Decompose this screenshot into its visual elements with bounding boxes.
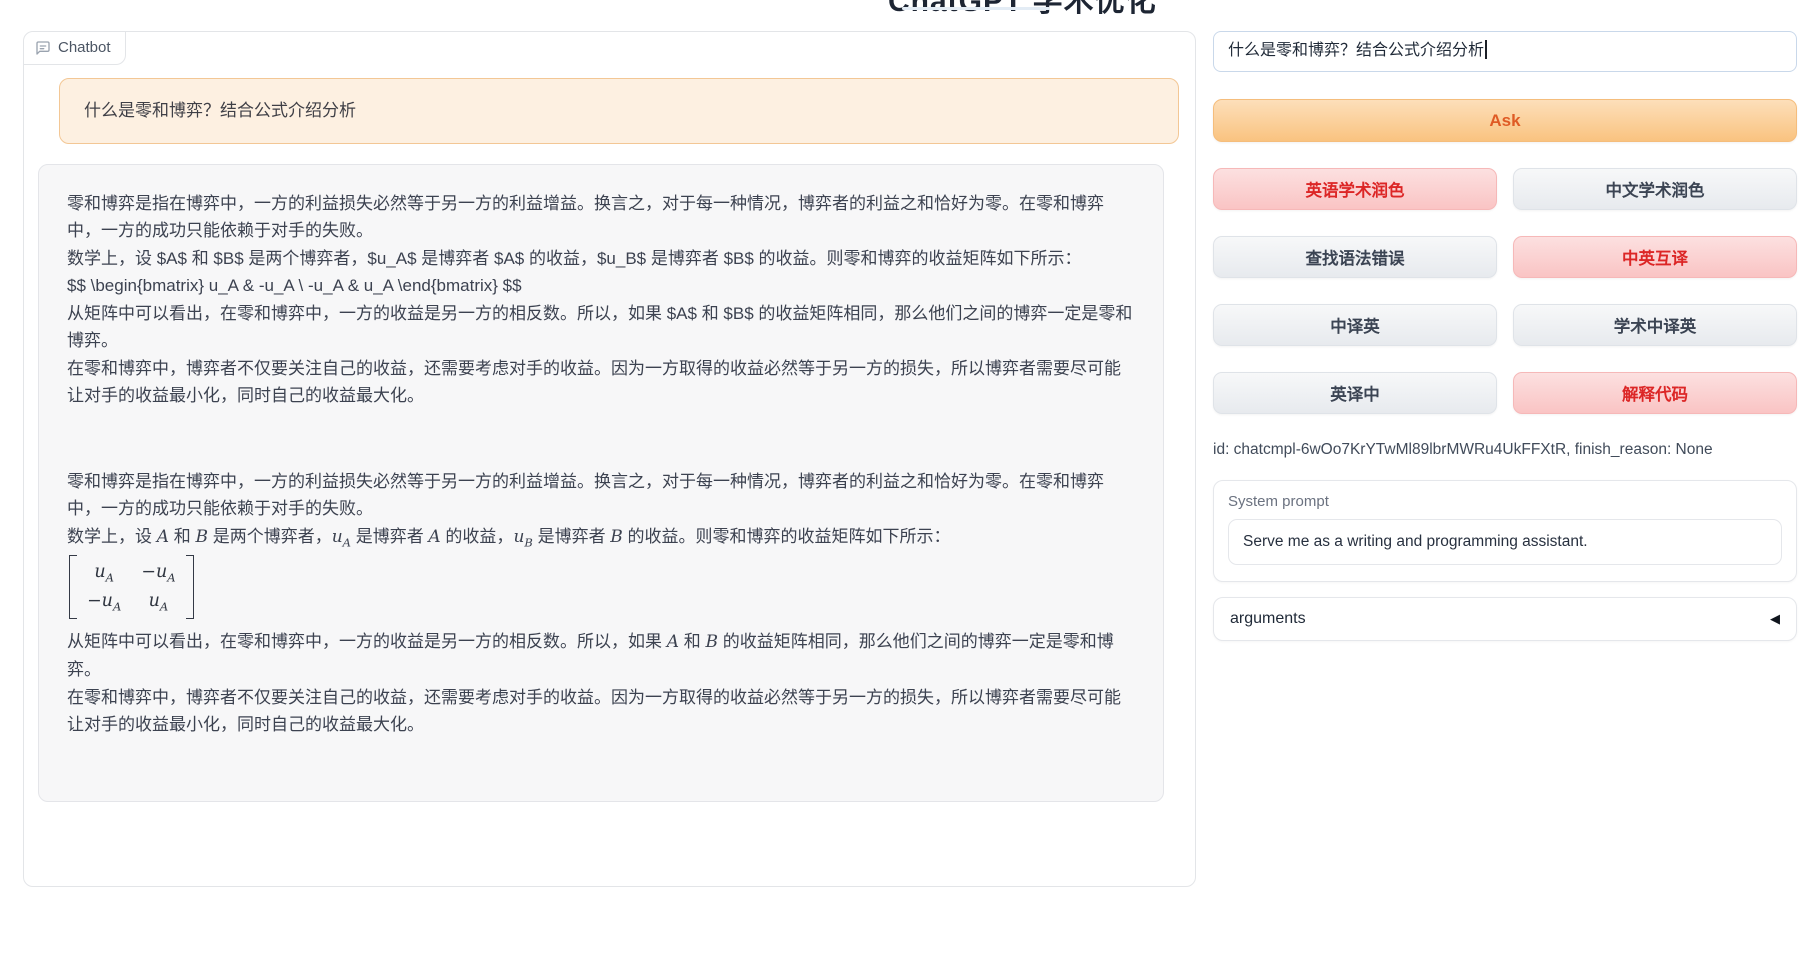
control-column: 什么是零和博弈？结合公式介绍分析 Ask 英语学术润色 中文学术润色 查找语法错… [1213, 31, 1797, 641]
paragraph-spacer [67, 410, 1133, 468]
arguments-accordion-label: arguments [1230, 610, 1306, 628]
btn-find-grammar-errors[interactable]: 查找语法错误 [1213, 236, 1497, 278]
page-title-clipped: ChatGPT 学术优化 [888, 0, 1157, 20]
question-input[interactable]: 什么是零和博弈？结合公式介绍分析 [1213, 31, 1797, 72]
system-prompt-input[interactable]: Serve me as a writing and programming as… [1228, 519, 1782, 565]
btn-en-to-zh[interactable]: 英译中 [1213, 372, 1497, 414]
matrix-cells: uA−uA−uAuA [77, 555, 186, 619]
matrix-bracket-right [186, 555, 194, 619]
btn-chinese-academic-polish[interactable]: 中文学术润色 [1513, 168, 1797, 210]
system-prompt-block: System prompt Serve me as a writing and … [1213, 480, 1797, 582]
arguments-accordion[interactable]: arguments ◀ [1213, 597, 1797, 641]
payoff-matrix: uA−uA−uAuA [69, 555, 194, 619]
bot-paragraph: 零和博弈是指在博弈中，一方的利益损失必然等于另一方的利益增益。换言之，对于每一种… [67, 468, 1133, 523]
ask-button[interactable]: Ask [1213, 99, 1797, 142]
bot-message: 零和博弈是指在博弈中，一方的利益损失必然等于另一方的利益增益。换言之，对于每一种… [38, 164, 1164, 802]
user-message-text: 什么是零和博弈？结合公式介绍分析 [84, 101, 356, 120]
chatbot-label: Chatbot [24, 32, 126, 65]
bot-paragraph: 数学上，设 $A$ 和 $B$ 是两个博弈者，$u_A$ 是博弈者 $A$ 的收… [67, 245, 1133, 273]
collapse-triangle-icon: ◀ [1770, 611, 1780, 627]
chat-messages[interactable]: 什么是零和博弈？结合公式介绍分析 零和博弈是指在博弈中，一方的利益损失必然等于另… [24, 32, 1195, 886]
app-root: ChatGPT 学术优化 Chatbot 什么是零和博弈？结合公式介绍分析 零和… [0, 0, 1814, 961]
question-input-value: 什么是零和博弈？结合公式介绍分析 [1228, 42, 1484, 59]
page-title-underline-decoration [902, 7, 1050, 10]
chat-bubble-icon [35, 40, 51, 56]
bot-paragraph: 从矩阵中可以看出，在零和博弈中，一方的收益是另一方的相反数。所以，如果 $A$ … [67, 300, 1133, 355]
user-message: 什么是零和博弈？结合公式介绍分析 [59, 78, 1179, 144]
completion-status: id: chatcmpl-6wOo7KrYTwMl89lbrMWRu4UkFFX… [1213, 441, 1797, 459]
text-caret [1485, 40, 1487, 59]
btn-zh-to-en[interactable]: 中译英 [1213, 304, 1497, 346]
bot-paragraph: 在零和博弈中，博弈者不仅要关注自己的收益，还需要考虑对手的收益。因为一方取得的收… [67, 355, 1133, 410]
system-prompt-label: System prompt [1228, 493, 1782, 510]
system-prompt-value: Serve me as a writing and programming as… [1243, 533, 1588, 550]
bot-paragraph: 在零和博弈中，博弈者不仅要关注自己的收益，还需要考虑对手的收益。因为一方取得的收… [67, 684, 1133, 739]
chatbot-panel: Chatbot 什么是零和博弈？结合公式介绍分析 零和博弈是指在博弈中，一方的利… [23, 31, 1196, 887]
bot-paragraph: 零和博弈是指在博弈中，一方的利益损失必然等于另一方的利益增益。换言之，对于每一种… [67, 190, 1133, 245]
btn-academic-zh-to-en[interactable]: 学术中译英 [1513, 304, 1797, 346]
chatbot-label-text: Chatbot [58, 39, 111, 56]
bot-latex-source: $$ \begin{bmatrix} u_A & -u_A \ -u_A & u… [67, 272, 1133, 300]
btn-explain-code[interactable]: 解释代码 [1513, 372, 1797, 414]
action-button-grid: 英语学术润色 中文学术润色 查找语法错误 中英互译 中译英 学术中译英 英译中 … [1213, 168, 1797, 414]
btn-english-academic-polish[interactable]: 英语学术润色 [1213, 168, 1497, 210]
matrix-bracket-left [69, 555, 77, 619]
btn-zh-en-mutual-translate[interactable]: 中英互译 [1513, 236, 1797, 278]
bot-paragraph-math: 数学上，设 A 和 B 是两个博弈者，uA 是博弈者 A 的收益，uB 是博弈者… [67, 523, 1133, 552]
bot-paragraph-math: 从矩阵中可以看出，在零和博弈中，一方的收益是另一方的相反数。所以，如果 A 和 … [67, 628, 1133, 684]
